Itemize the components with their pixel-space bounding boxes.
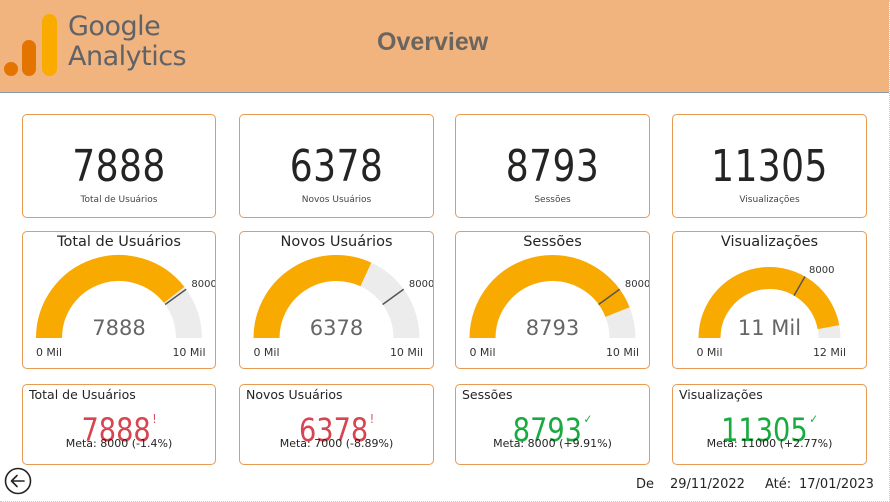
page-title: Overview <box>377 28 489 56</box>
kpi-value: 11305 <box>711 141 828 192</box>
gauge-min-label: 0 Mil <box>253 346 279 359</box>
gauge-target-label: 8000 <box>625 279 649 290</box>
date-to-value[interactable]: 17/01/2023 <box>799 477 874 492</box>
kpi-value: 8793 <box>505 141 600 192</box>
goal-meta-text: Meta: 8000 (-1.4%) <box>65 437 173 450</box>
date-from-label: De <box>636 477 655 492</box>
gauge-title: Sessões <box>523 234 582 250</box>
brand-line-2: Analytics <box>68 41 187 72</box>
gauge-value-label: 6378 <box>310 316 363 340</box>
alert-icon: ! <box>369 412 375 426</box>
gauge-target-label: 8000 <box>409 279 433 290</box>
goal-card-novos-usuarios[interactable]: Novos Usuários 6378! Meta: 7000 (-8.89%) <box>239 384 434 465</box>
gauge-max-label: 10 Mil <box>172 346 205 359</box>
gauge-title: Novos Usuários <box>280 234 393 250</box>
kpi-card-novos-usuarios[interactable]: 6378 Novos Usuários <box>239 114 434 218</box>
kpi-value: 6378 <box>289 141 384 192</box>
kpi-card-total-usuarios[interactable]: 7888 Total de Usuários <box>22 114 216 218</box>
brand-line-1: Google <box>68 11 161 42</box>
gauge-chart: 8000 7888 0 Mil 10 Mil <box>36 255 215 359</box>
gauge-chart: 8000 8793 0 Mil 10 Mil <box>469 255 649 359</box>
gauge-card-total-usuarios[interactable]: 8000 7888 0 Mil 10 Mil Total de Usuários <box>22 231 216 369</box>
check-icon: ✓ <box>809 412 818 426</box>
gauge-max-label: 10 Mil <box>606 346 639 359</box>
gauge-max-label: 12 Mil <box>813 346 846 359</box>
goal-card-sessoes[interactable]: Sessões 8793 ✓ Meta: 8000 (+9.91%) <box>455 384 650 465</box>
google-analytics-logo-icon <box>4 14 57 76</box>
gauge-min-label: 0 Mil <box>696 346 722 359</box>
gauge-value-label: 7888 <box>92 316 145 340</box>
goal-card-visualizacoes[interactable]: Visualizações 11305 ✓ Meta: 11000 (+2.77%… <box>672 384 867 465</box>
gauge-card-novos-usuarios[interactable]: 8000 6378 0 Mil 10 Mil Novos Usuários <box>239 231 434 369</box>
kpi-label: Novos Usuários <box>301 195 372 205</box>
header-banner: Google Analytics Overview <box>0 0 889 93</box>
gauge-min-label: 0 Mil <box>36 346 62 359</box>
gauge-card-visualizacoes[interactable]: 8000 11 Mil 0 Mil 12 Mil Visualizações <box>672 231 867 369</box>
kpi-label: Sessões <box>534 195 571 205</box>
gauge-title: Visualizações <box>720 234 819 250</box>
gauge-card-sessoes[interactable]: 8000 8793 0 Mil 10 Mil Sessões <box>455 231 650 369</box>
gauge-title: Total de Usuários <box>57 234 181 250</box>
gauge-target-label: 8000 <box>191 279 215 290</box>
goal-meta-text: Meta: 8000 (+9.91%) <box>493 437 612 450</box>
gauge-value-label: 11 Mil <box>738 316 801 340</box>
back-button[interactable] <box>4 467 32 495</box>
check-icon: ✓ <box>583 412 593 426</box>
date-from-value[interactable]: 29/11/2022 <box>670 477 745 492</box>
arrow-left-circle-icon <box>4 467 32 495</box>
gauge-chart: 8000 11 Mil 0 Mil 12 Mil <box>696 265 846 359</box>
kpi-label: Visualizações <box>739 195 800 205</box>
gauge-value-label: 8793 <box>526 316 579 340</box>
gauge-target-label: 8000 <box>809 265 834 276</box>
gauge-max-label: 10 Mil <box>390 346 423 359</box>
brand-name: Google Analytics <box>68 11 187 72</box>
kpi-label: Total de Usuários <box>80 195 158 205</box>
alert-icon: ! <box>152 412 157 426</box>
gauge-min-label: 0 Mil <box>469 346 495 359</box>
kpi-card-visualizacoes[interactable]: 11305 Visualizações <box>672 114 867 218</box>
gauge-chart: 8000 6378 0 Mil 10 Mil <box>253 255 433 359</box>
goal-card-total-usuarios[interactable]: Total de Usuários 7888! Meta: 8000 (-1.4… <box>22 384 216 465</box>
kpi-card-sessoes[interactable]: 8793 Sessões <box>455 114 650 218</box>
goal-meta-text: Meta: 7000 (-8.89%) <box>279 437 394 450</box>
date-to-label: Até: <box>765 477 792 492</box>
goal-meta-text: Meta: 11000 (+2.77%) <box>706 437 833 450</box>
kpi-value: 7888 <box>72 141 166 192</box>
